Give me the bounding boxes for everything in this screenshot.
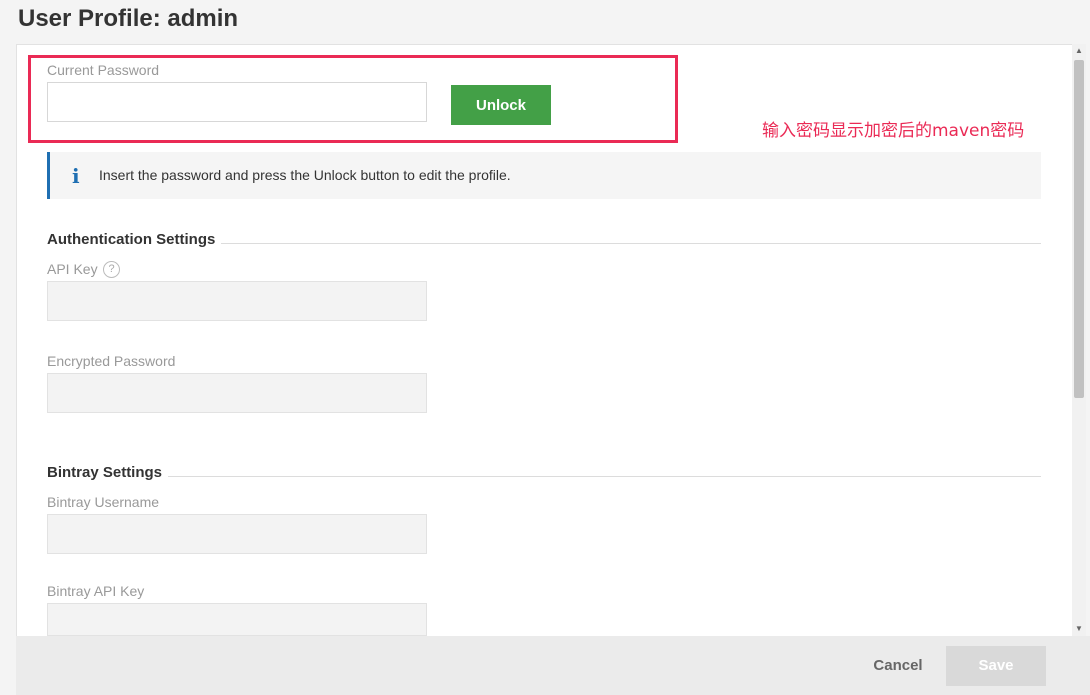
cancel-button[interactable]: Cancel xyxy=(859,654,937,678)
bintray-settings-title: Bintray Settings xyxy=(47,464,169,481)
encrypted-password-label: Encrypted Password xyxy=(47,353,176,369)
scroll-up-icon[interactable]: ▲ xyxy=(1072,44,1086,58)
api-key-label: API Key xyxy=(47,261,98,277)
info-icon: i xyxy=(72,164,80,188)
bintray-api-key-label: Bintray API Key xyxy=(47,583,145,599)
page-title: User Profile: admin xyxy=(18,5,239,32)
scrollbar[interactable]: ▲ ▼ xyxy=(1072,44,1086,636)
api-key-field xyxy=(47,281,427,321)
info-text: Insert the password and press the Unlock… xyxy=(99,167,511,183)
highlight-box xyxy=(28,55,678,143)
scroll-down-icon[interactable]: ▼ xyxy=(1072,622,1086,636)
authentication-settings-title: Authentication Settings xyxy=(47,231,222,248)
footer-bar: Cancel Save xyxy=(16,636,1090,695)
section-divider xyxy=(47,476,1041,477)
scroll-thumb[interactable] xyxy=(1074,60,1084,398)
info-message: i Insert the password and press the Unlo… xyxy=(47,152,1041,199)
bintray-api-key-field xyxy=(47,603,427,636)
encrypted-password-field xyxy=(47,373,427,413)
bintray-username-label: Bintray Username xyxy=(47,494,160,510)
save-button[interactable]: Save xyxy=(946,646,1046,686)
annotation-text: 输入密码显示加密后的maven密码 xyxy=(762,121,1025,141)
help-icon[interactable]: ? xyxy=(103,261,120,278)
bintray-username-field xyxy=(47,514,427,554)
